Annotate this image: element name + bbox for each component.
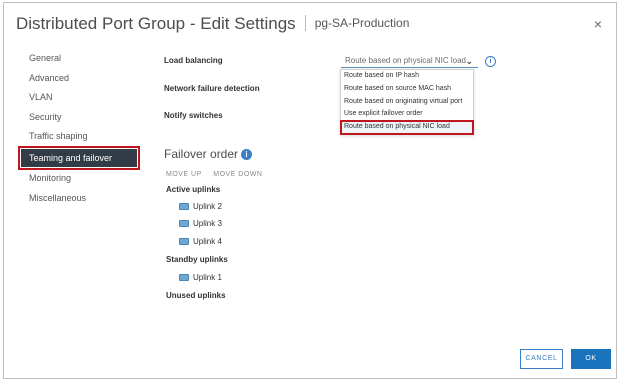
nav-item-monitoring[interactable]: Monitoring: [19, 169, 137, 189]
edit-settings-dialog: Distributed Port Group - Edit Settings pg…: [3, 2, 617, 379]
load-balancing-select[interactable]: Route based on physical NIC load ⌄: [341, 55, 478, 68]
nav-item-advanced[interactable]: Advanced: [19, 69, 137, 89]
uplink-item[interactable]: Uplink 3: [179, 219, 222, 228]
active-uplinks-label: Active uplinks: [166, 185, 221, 194]
nic-icon: [179, 274, 189, 281]
nav-item-vlan[interactable]: VLAN: [19, 88, 137, 108]
standby-uplinks-label: Standby uplinks: [166, 255, 228, 264]
nic-icon: [179, 203, 189, 210]
network-failure-detection-label: Network failure detection: [164, 84, 260, 93]
info-icon[interactable]: i: [485, 56, 496, 67]
nav-item-security[interactable]: Security: [19, 108, 137, 128]
uplink-item[interactable]: Uplink 2: [179, 202, 222, 211]
uplink-label: Uplink 4: [193, 237, 222, 246]
option-physical-nic-load[interactable]: Route based on physical NIC load: [340, 120, 474, 135]
option-source-mac-hash[interactable]: Route based on source MAC hash: [341, 83, 473, 96]
object-name: pg-SA-Production: [314, 16, 410, 30]
chevron-down-icon: ⌄: [465, 56, 473, 66]
notify-switches-label: Notify switches: [164, 111, 223, 120]
nav-item-traffic-shaping[interactable]: Traffic shaping: [19, 127, 137, 147]
option-originating-virtual-port[interactable]: Route based on originating virtual port: [341, 96, 473, 109]
option-explicit-failover-order[interactable]: Use explicit failover order: [341, 108, 473, 121]
uplink-label: Uplink 2: [193, 202, 222, 211]
unused-uplinks-label: Unused uplinks: [166, 291, 226, 300]
dialog-title-bar: Distributed Port Group - Edit Settings pg…: [16, 14, 409, 34]
cancel-button[interactable]: CANCEL: [520, 349, 563, 369]
option-ip-hash[interactable]: Route based on IP hash: [341, 70, 473, 83]
help-icon[interactable]: i: [241, 149, 253, 160]
dialog-title: Distributed Port Group - Edit Settings: [16, 14, 296, 33]
nav-item-general[interactable]: General: [19, 49, 137, 69]
settings-nav: General Advanced VLAN Security Traffic s…: [18, 49, 140, 209]
nav-item-teaming-and-failover[interactable]: Teaming and failover: [18, 145, 140, 170]
uplink-label: Uplink 1: [193, 273, 222, 282]
move-up-button[interactable]: MOVE UP: [166, 171, 202, 178]
move-controls: MOVE UP MOVE DOWN: [166, 171, 271, 178]
load-balancing-label: Load balancing: [164, 56, 223, 65]
load-balancing-dropdown: Route based on IP hash Route based on so…: [340, 69, 474, 135]
title-separator: [304, 15, 306, 31]
move-down-button[interactable]: MOVE DOWN: [213, 171, 262, 178]
uplink-item[interactable]: Uplink 4: [179, 237, 222, 246]
uplink-label: Uplink 3: [193, 219, 222, 228]
uplink-item[interactable]: Uplink 1: [179, 273, 222, 282]
close-icon[interactable]: ×: [591, 17, 605, 31]
failover-order-title: Failover order: [164, 147, 239, 161]
nav-item-miscellaneous[interactable]: Miscellaneous: [19, 189, 137, 209]
failover-order-heading: Failover order i: [164, 147, 253, 161]
nic-icon: [179, 220, 189, 227]
load-balancing-value: Route based on physical NIC load: [345, 56, 466, 65]
ok-button[interactable]: OK: [571, 349, 611, 369]
nic-icon: [179, 238, 189, 245]
